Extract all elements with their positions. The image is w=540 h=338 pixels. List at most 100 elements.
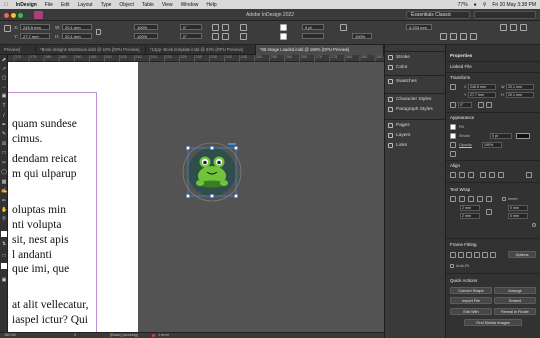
embed-button[interactable]: Embed <box>494 297 536 304</box>
body-text-line[interactable]: quam sundese <box>12 118 77 130</box>
hand-tool-icon[interactable]: ✋ <box>1 207 7 213</box>
horizontal-ruler[interactable]: 170 175 180 185 190 195 200 205 210 215 220 225 230 2… <box>8 55 384 62</box>
zoom-tool-icon[interactable]: ⚲ <box>1 216 7 222</box>
properties-title[interactable]: Properties <box>450 53 472 58</box>
align-right-icon[interactable] <box>468 172 474 178</box>
flip-vertical-icon[interactable] <box>486 102 492 108</box>
fit-content-proportionally-icon[interactable] <box>458 252 464 258</box>
wrap-top-field[interactable]: 2 mm <box>460 205 480 211</box>
align-top-icon[interactable] <box>480 172 486 178</box>
tab-book-template[interactable]: *12pp- Book template.indd @ 33% [GPU Pre… <box>146 45 256 55</box>
swap-fill-stroke-icon[interactable]: ⇅ <box>1 241 7 247</box>
angle-field[interactable]: 0° <box>458 102 472 108</box>
note-tool-icon[interactable]: ✍ <box>1 188 7 194</box>
arrange-button[interactable]: Arrange <box>494 287 536 294</box>
search-icon[interactable]: ⚲ <box>483 2 487 8</box>
character-styles-panel-button[interactable]: Character Styles <box>388 97 431 102</box>
align-bottom-icon[interactable] <box>498 172 504 178</box>
stroke-type-dropdown[interactable] <box>516 133 530 139</box>
stroke-label[interactable]: Stroke <box>459 134 470 138</box>
body-text-line[interactable]: nti volupta <box>12 219 62 231</box>
stroke-swatch-icon[interactable] <box>450 133 456 139</box>
fit-frame-icon[interactable] <box>450 33 457 40</box>
rotate-90-cw-icon[interactable] <box>212 24 219 31</box>
align-horizontal-center-icon[interactable] <box>459 172 465 178</box>
pen-tool-icon[interactable]: ✒ <box>1 122 7 128</box>
fit-content-to-frame-icon[interactable] <box>482 252 488 258</box>
wrap-bounding-box-icon[interactable] <box>459 196 465 202</box>
w-field[interactable]: 20.1 mm <box>62 24 92 30</box>
flip-horizontal-icon[interactable] <box>212 33 219 40</box>
x-field[interactable]: 245.5 mm <box>20 24 50 30</box>
page-number[interactable]: 3 <box>74 333 76 338</box>
menu-type[interactable]: Type <box>101 2 112 8</box>
frog-image-frame[interactable] <box>178 140 246 204</box>
menu-edit[interactable]: Edit <box>61 2 70 8</box>
opacity-field[interactable]: 100% <box>482 142 502 148</box>
align-left-icon[interactable] <box>450 172 456 178</box>
clock[interactable]: Fri 20 May 3:38 PM <box>492 2 536 8</box>
paragraph-styles-panel-button[interactable]: Paragraph Styles <box>388 107 433 112</box>
auto-fit-checkbox[interactable] <box>450 264 454 268</box>
page[interactable]: quam sundese cimus. dendam reicat m qui … <box>8 62 138 332</box>
find-similar-images-button[interactable]: Find Similar Images <box>464 319 522 326</box>
rotate-icon[interactable] <box>450 102 456 108</box>
selection-tool-icon[interactable]: ⬈ <box>1 57 7 63</box>
content-collector-icon[interactable]: ▣ <box>1 93 7 99</box>
scale-x-field[interactable]: 100% <box>134 24 158 30</box>
menu-layout[interactable]: Layout <box>78 2 93 8</box>
scale-y-field[interactable]: 100% <box>134 33 158 39</box>
y-field[interactable]: 27.7 mm <box>20 33 50 39</box>
fill-swatch-icon[interactable] <box>450 124 456 130</box>
wrap-bottom-field[interactable]: 2 mm <box>460 213 480 219</box>
fill-stroke-swatch-icon[interactable] <box>1 231 7 237</box>
fill-frame-proportionally-icon[interactable] <box>450 252 456 258</box>
reference-point-icon[interactable] <box>450 84 456 90</box>
center-content-icon[interactable] <box>490 252 496 258</box>
h-field[interactable]: 20.1 mm <box>62 33 92 39</box>
rectangle-frame-tool-icon[interactable]: ☒ <box>1 141 7 147</box>
align-to-selection-icon[interactable] <box>526 172 532 178</box>
body-text-line[interactable]: m qui ulparup <box>12 168 77 180</box>
stroke-panel-button[interactable]: Stroke <box>388 55 410 60</box>
fill-frame-icon[interactable] <box>460 33 467 40</box>
links-panel-button[interactable]: Links <box>388 143 407 148</box>
shear-field[interactable]: 0° <box>180 33 202 39</box>
link-wrap-settings-icon[interactable] <box>486 209 492 215</box>
body-text-line[interactable]: cimus. <box>12 133 42 145</box>
tab-book-designs[interactable]: *Book designs Workbook.indd @ 42% [GPU P… <box>36 45 146 55</box>
align-left-icon[interactable] <box>500 24 507 31</box>
zoom-level[interactable]: 160.58 <box>4 333 16 338</box>
reveal-in-finder-button[interactable]: Reveal in Finder <box>494 308 536 315</box>
fit-offset-field[interactable]: 4.233 mm <box>406 24 432 30</box>
center-content-icon[interactable] <box>470 33 477 40</box>
wrap-right-field[interactable]: 0 mm <box>508 213 528 219</box>
page-tool-icon[interactable]: ▢ <box>1 75 7 81</box>
pages-panel-button[interactable]: Pages <box>388 123 410 128</box>
invert-checkbox[interactable] <box>502 197 506 201</box>
content-aware-fit-icon[interactable] <box>466 252 472 258</box>
workspace-switcher[interactable]: Essentials Classic <box>406 11 470 19</box>
no-wrap-icon[interactable] <box>450 196 456 202</box>
wifi-icon[interactable]: ● <box>474 2 477 8</box>
scissors-tool-icon[interactable]: ✂ <box>1 160 7 166</box>
body-text-line[interactable]: dendam reicat <box>12 153 77 165</box>
menu-file[interactable]: File <box>45 2 53 8</box>
body-text-line[interactable]: iaspel ictur? Qui <box>12 314 88 326</box>
body-text-line[interactable]: at alit vellecatur, <box>12 299 89 311</box>
effects-icon[interactable] <box>340 24 347 31</box>
apple-icon[interactable]:  <box>4 2 8 8</box>
preflight-profile[interactable]: [Basic] (working) <box>110 333 138 338</box>
line-tool-icon[interactable]: / <box>1 113 7 119</box>
menu-window[interactable]: Window <box>181 2 199 8</box>
direct-selection-tool-icon[interactable]: ↗ <box>1 66 7 72</box>
menu-app[interactable]: InDesign <box>16 2 37 8</box>
w-field[interactable]: 20.1 mm <box>506 84 534 90</box>
x-field[interactable]: 245.5 mm <box>468 84 496 90</box>
screen-mode-icon[interactable]: ▣ <box>1 277 7 283</box>
opacity-field[interactable]: 100% <box>352 33 372 39</box>
swatches-panel-button[interactable]: Swatches <box>388 79 417 84</box>
fit-frame-to-content-icon[interactable] <box>474 252 480 258</box>
wrap-left-field[interactable]: 0 mm <box>508 205 528 211</box>
convert-shape-button[interactable]: Convert Shape <box>450 287 492 294</box>
